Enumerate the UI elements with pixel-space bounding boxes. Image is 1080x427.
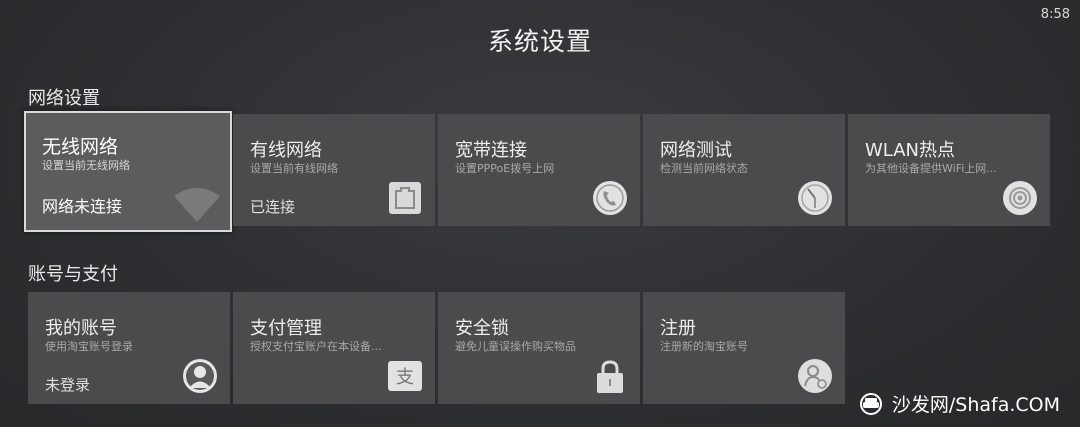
tile-title: 支付管理	[250, 318, 322, 339]
tile-payment-management[interactable]: 支付管理 授权支付宝账户在本设备... 支	[233, 292, 435, 404]
svg-text:支: 支	[396, 367, 414, 388]
tile-title: WLAN热点	[865, 140, 956, 161]
wifi-icon	[174, 188, 220, 222]
tile-wireless-network[interactable]: 无线网络 设置当前无线网络 网络未连接	[24, 111, 232, 232]
tile-title: 我的账号	[45, 318, 117, 339]
tile-my-account[interactable]: 我的账号 使用淘宝账号登录 未登录	[28, 292, 230, 404]
tile-subtitle: 检测当前网络状态	[660, 162, 748, 175]
tile-title: 注册	[660, 318, 696, 339]
speedometer-icon	[798, 181, 832, 215]
alipay-icon: 支	[388, 361, 422, 391]
tile-subtitle: 为其他设备提供WiFi上网...	[865, 162, 997, 175]
tile-security-lock[interactable]: 安全锁 避免儿童误操作购买物品	[438, 292, 640, 404]
tile-title: 有线网络	[250, 140, 322, 161]
tile-title: 网络测试	[660, 140, 732, 161]
tile-register[interactable]: 注册 注册新的淘宝账号	[643, 292, 845, 404]
page-title: 系统设置	[487, 27, 592, 56]
ethernet-icon	[389, 182, 421, 214]
tile-subtitle: 避免儿童误操作购买物品	[455, 340, 576, 353]
tile-status: 已连接	[250, 198, 296, 216]
phone-icon	[593, 181, 627, 215]
tile-subtitle: 设置当前无线网络	[42, 159, 130, 172]
tile-subtitle: 注册新的淘宝账号	[660, 340, 748, 353]
sofa-logo-icon	[859, 392, 882, 415]
lock-icon	[597, 360, 623, 393]
tile-subtitle: 设置当前有线网络	[250, 162, 338, 175]
register-user-icon	[798, 359, 832, 393]
tile-network-test[interactable]: 网络测试 检测当前网络状态	[643, 114, 845, 226]
hotspot-icon	[1003, 181, 1037, 215]
user-avatar-icon	[183, 359, 217, 393]
tile-status: 网络未连接	[42, 197, 123, 216]
watermark: 沙发网/Shafa.COM	[856, 390, 1060, 417]
tile-title: 安全锁	[455, 318, 509, 339]
tile-title: 宽带连接	[455, 140, 527, 161]
tile-broadband[interactable]: 宽带连接 设置PPPoE拨号上网	[438, 114, 640, 226]
tile-title: 无线网络	[42, 136, 119, 158]
tile-subtitle: 设置PPPoE拨号上网	[455, 162, 555, 175]
section-title-network: 网络设置	[28, 88, 100, 109]
clock: 8:58	[1040, 7, 1070, 22]
watermark-text: 沙发网/Shafa.COM	[891, 394, 1060, 416]
tile-status: 未登录	[45, 376, 91, 394]
tile-subtitle: 使用淘宝账号登录	[45, 340, 133, 353]
tile-subtitle: 授权支付宝账户在本设备...	[250, 340, 382, 353]
tile-wired-network[interactable]: 有线网络 设置当前有线网络 已连接	[233, 114, 435, 226]
tile-wlan-hotspot[interactable]: WLAN热点 为其他设备提供WiFi上网...	[848, 114, 1050, 226]
section-title-account: 账号与支付	[28, 264, 118, 285]
